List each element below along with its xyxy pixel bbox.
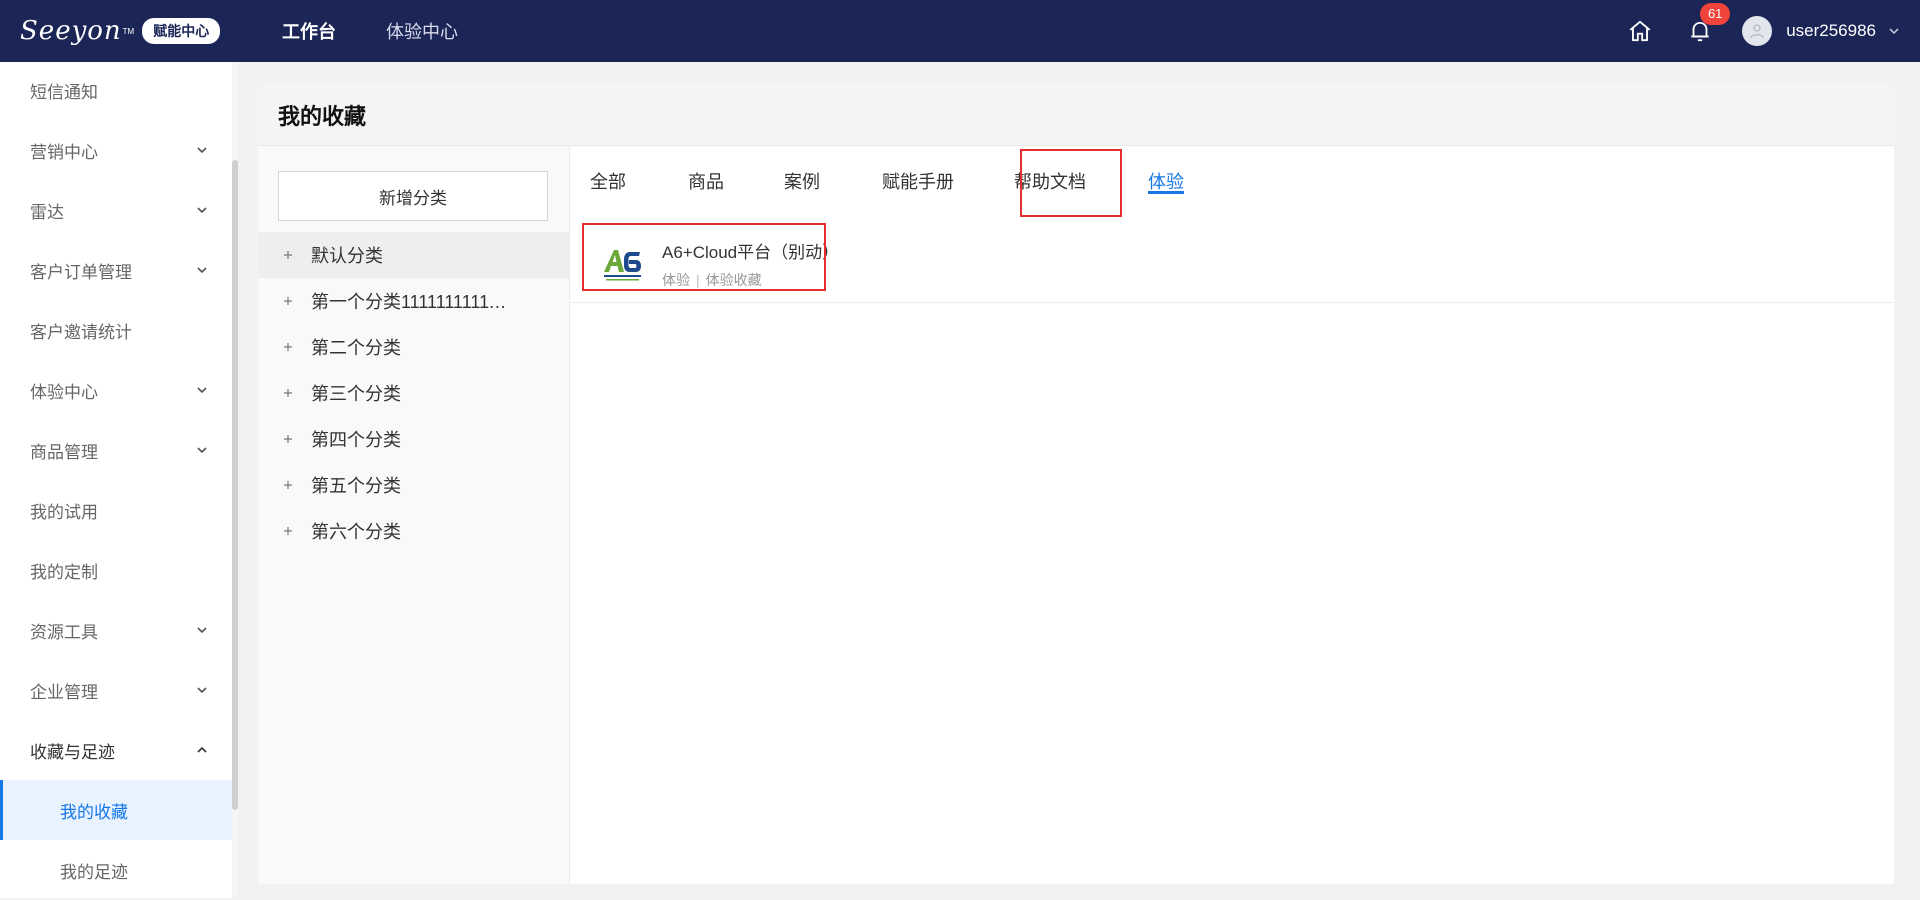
active-tab-indicator bbox=[1148, 191, 1184, 194]
category-item[interactable]: 第四个分类 bbox=[258, 416, 569, 462]
category-label: 第一个分类1111111111111111 bbox=[311, 292, 511, 312]
favorite-title: A6+Cloud平台（别动） bbox=[662, 243, 840, 262]
chevron-up-icon bbox=[197, 746, 207, 753]
nav-workbench[interactable]: 工作台 bbox=[282, 18, 336, 44]
sidebar-item-sms-notice[interactable]: 短信通知 bbox=[0, 60, 232, 120]
username-label[interactable]: user256986 bbox=[1786, 21, 1876, 41]
sidebar-item-radar[interactable]: 雷达 bbox=[0, 180, 232, 240]
chevron-down-icon bbox=[197, 267, 207, 274]
plus-icon[interactable] bbox=[280, 293, 296, 309]
notification-button[interactable]: 61 bbox=[1682, 3, 1731, 49]
sidebar-item-label: 我的收藏 bbox=[60, 802, 128, 822]
add-category-button[interactable]: 新增分类 bbox=[278, 171, 548, 221]
logo-badge: 赋能中心 bbox=[142, 18, 221, 44]
sidebar-item-label: 我的定制 bbox=[30, 562, 98, 582]
sidebar-item-label: 体验中心 bbox=[30, 382, 98, 402]
plus-icon[interactable] bbox=[280, 385, 296, 401]
sidebar-item-experience-center[interactable]: 体验中心 bbox=[0, 360, 232, 420]
category-item[interactable]: 第五个分类 bbox=[258, 462, 569, 508]
a6-logo bbox=[598, 239, 648, 289]
sidebar-item-label: 短信通知 bbox=[30, 82, 98, 102]
category-label: 第二个分类 bbox=[311, 338, 401, 358]
favorite-type: 体验 bbox=[662, 272, 690, 288]
sidebar-item-label: 我的试用 bbox=[30, 502, 98, 522]
category-item[interactable]: 第二个分类 bbox=[258, 324, 569, 370]
sidebar-item-label: 营销中心 bbox=[30, 142, 98, 162]
sidebar-item-label: 客户邀请统计 bbox=[30, 322, 132, 342]
sidebar-item-label: 资源工具 bbox=[30, 622, 98, 642]
plus-icon[interactable] bbox=[280, 477, 296, 493]
page-title: 我的收藏 bbox=[278, 103, 367, 129]
favorites-tabs: 全部 商品 案例 赋能手册 帮助文档 体验 bbox=[570, 146, 1894, 216]
sidebar-item-label: 商品管理 bbox=[30, 442, 98, 462]
tab-products[interactable]: 商品 bbox=[688, 168, 724, 194]
category-panel: 新增分类 默认分类 第一个分类1111111111111111 第二个分类 第三… bbox=[258, 146, 570, 884]
chevron-down-icon bbox=[197, 447, 207, 454]
sidebar-item-my-customization[interactable]: 我的定制 bbox=[0, 540, 232, 600]
sidebar: 短信通知 营销中心 雷达 客户订单管理 客户邀请统计 体验中心 商品管理 我的试… bbox=[0, 62, 232, 898]
category-label: 第三个分类 bbox=[311, 384, 401, 404]
top-bar: Seeyon TM 赋能中心 工作台 体验中心 61 user256986 bbox=[0, 0, 1920, 62]
sidebar-subitem-my-footprints[interactable]: 我的足迹 bbox=[0, 840, 232, 900]
category-label: 第四个分类 bbox=[311, 430, 401, 450]
chevron-down-icon bbox=[197, 207, 207, 214]
sidebar-item-my-trials[interactable]: 我的试用 bbox=[0, 480, 232, 540]
category-item[interactable]: 第一个分类1111111111111111 bbox=[258, 278, 569, 324]
logo-wordmark: Seeyon bbox=[20, 16, 122, 46]
user-icon bbox=[1750, 24, 1764, 38]
plus-icon[interactable] bbox=[280, 247, 296, 263]
category-label: 第五个分类 bbox=[311, 476, 401, 496]
notification-count-badge: 61 bbox=[1700, 3, 1731, 25]
tab-help-docs[interactable]: 帮助文档 bbox=[1014, 168, 1086, 194]
top-right-tools: 61 user256986 bbox=[1622, 0, 1900, 62]
brand-logo[interactable]: Seeyon TM 赋能中心 bbox=[20, 16, 252, 46]
chevron-down-icon[interactable] bbox=[1888, 25, 1900, 37]
chevron-down-icon bbox=[197, 687, 207, 694]
sidebar-item-resource-tools[interactable]: 资源工具 bbox=[0, 600, 232, 660]
sidebar-item-label: 客户订单管理 bbox=[30, 262, 132, 282]
top-nav: 工作台 体验中心 bbox=[282, 18, 508, 44]
category-label: 默认分类 bbox=[311, 246, 383, 266]
plus-icon[interactable] bbox=[280, 431, 296, 447]
sidebar-item-invite-stats[interactable]: 客户邀请统计 bbox=[0, 300, 232, 360]
tab-all[interactable]: 全部 bbox=[590, 168, 626, 194]
chevron-down-icon bbox=[197, 627, 207, 634]
home-icon bbox=[1629, 20, 1651, 42]
list-divider bbox=[570, 302, 1894, 303]
sidebar-item-product-management[interactable]: 商品管理 bbox=[0, 420, 232, 480]
sidebar-item-label: 企业管理 bbox=[30, 682, 98, 702]
sidebar-subitem-my-favorites[interactable]: 我的收藏 bbox=[0, 780, 232, 840]
chevron-down-icon bbox=[197, 147, 207, 154]
sidebar-item-marketing[interactable]: 营销中心 bbox=[0, 120, 232, 180]
plus-icon[interactable] bbox=[280, 523, 296, 539]
chevron-down-icon bbox=[197, 387, 207, 394]
nav-experience-center[interactable]: 体验中心 bbox=[386, 18, 458, 44]
favorites-content: 全部 商品 案例 赋能手册 帮助文档 体验 A6+Cloud平台（别动） 体验 |… bbox=[570, 146, 1894, 884]
tab-enablement-manual[interactable]: 赋能手册 bbox=[882, 168, 954, 194]
home-button[interactable] bbox=[1622, 13, 1658, 49]
sidebar-scrollbar-thumb[interactable] bbox=[232, 160, 238, 810]
sidebar-item-customer-orders[interactable]: 客户订单管理 bbox=[0, 240, 232, 300]
sidebar-item-enterprise-management[interactable]: 企业管理 bbox=[0, 660, 232, 720]
meta-separator: | bbox=[696, 272, 700, 288]
favorite-card-text: A6+Cloud平台（别动） 体验 | 体验收藏 bbox=[662, 238, 839, 290]
category-label: 第六个分类 bbox=[311, 522, 401, 542]
plus-icon[interactable] bbox=[280, 339, 296, 355]
avatar[interactable] bbox=[1742, 16, 1773, 46]
panel-header: 我的收藏 bbox=[258, 84, 1894, 146]
category-item[interactable]: 默认分类 bbox=[258, 232, 569, 278]
logo-trademark: TM bbox=[122, 26, 135, 36]
sidebar-item-label: 雷达 bbox=[30, 202, 64, 222]
category-item[interactable]: 第六个分类 bbox=[258, 508, 569, 554]
favorite-meta: 体验 | 体验收藏 bbox=[662, 270, 839, 290]
sidebar-item-label: 我的足迹 bbox=[60, 862, 128, 882]
sidebar-scrollbar[interactable] bbox=[232, 62, 238, 898]
category-item[interactable]: 第三个分类 bbox=[258, 370, 569, 416]
tab-cases[interactable]: 案例 bbox=[784, 168, 820, 194]
favorite-source: 体验收藏 bbox=[705, 272, 762, 288]
sidebar-item-favorites-footprints[interactable]: 收藏与足迹 bbox=[0, 720, 232, 780]
favorite-card[interactable]: A6+Cloud平台（别动） 体验 | 体验收藏 bbox=[584, 224, 876, 304]
sidebar-item-label: 收藏与足迹 bbox=[30, 742, 115, 762]
